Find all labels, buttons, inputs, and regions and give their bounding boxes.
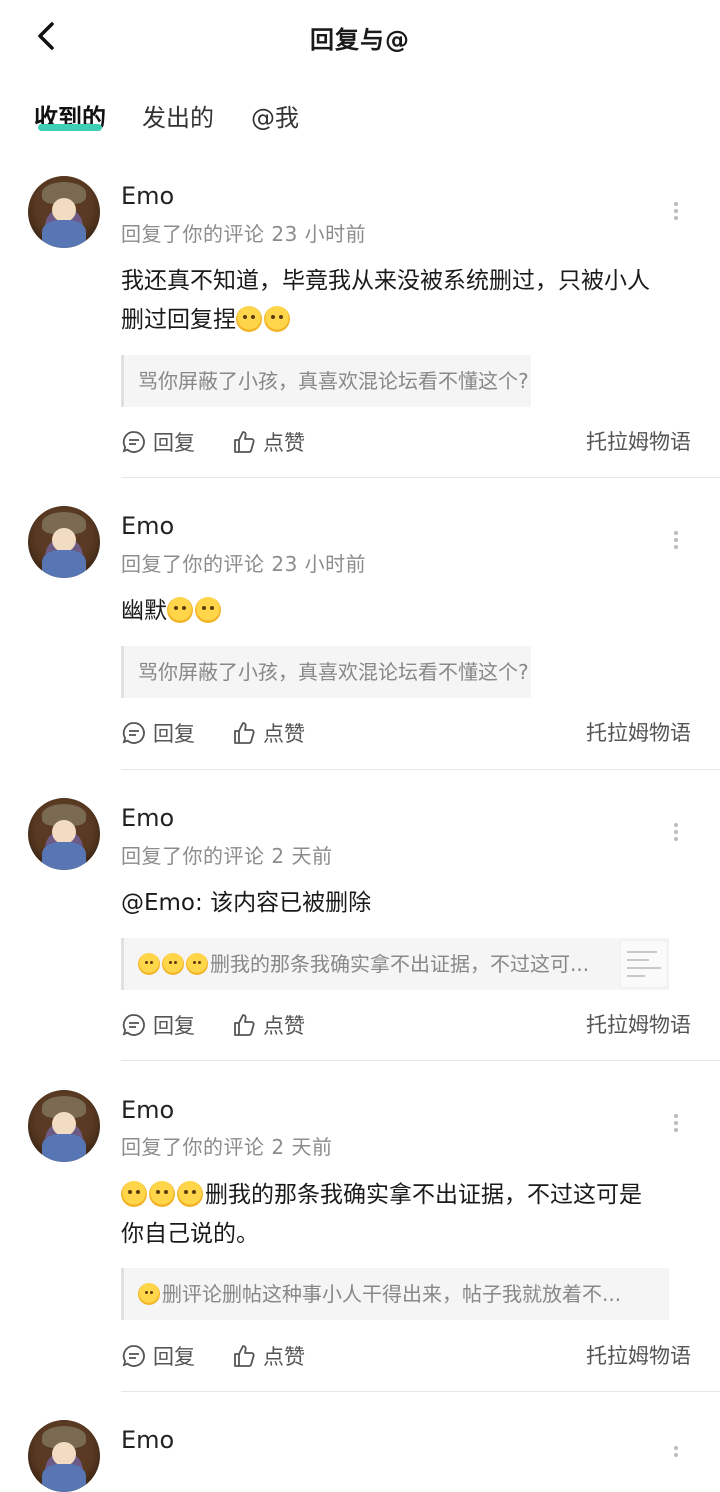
thumbs-up-icon <box>234 431 255 453</box>
more-options-icon[interactable] <box>666 820 686 848</box>
divider <box>121 769 720 770</box>
username[interactable]: Emo <box>121 804 174 832</box>
thumbs-up-icon <box>234 722 255 744</box>
emoji-icon <box>138 1283 160 1305</box>
quoted-comment[interactable]: 删我的那条我确实拿不出证据，不过这可... <box>121 938 669 990</box>
emoji-icon <box>149 1181 175 1207</box>
page-title: 回复与@ <box>310 26 410 54</box>
like-button[interactable]: 点赞 <box>231 715 305 751</box>
quoted-comment[interactable]: 删评论删帖这种事小人干得出来，帖子我就放着不... <box>121 1268 669 1320</box>
reply-content-line: 你自己说的。 <box>121 1221 259 1247</box>
comment-icon <box>122 1014 145 1036</box>
source-label[interactable]: 托拉姆物语 <box>586 424 691 460</box>
emoji-icon <box>138 953 160 975</box>
emoji-icon <box>195 597 221 623</box>
reply-content-line: 删过回复捏 <box>121 301 701 340</box>
reply-meta: 回复了你的评论 2 天前 <box>121 1135 333 1159</box>
reply-content: 我还真不知道，毕竟我从来没被系统删过，只被小人 删过回复捏 <box>121 262 701 340</box>
avatar[interactable] <box>28 798 100 870</box>
divider <box>121 1060 720 1061</box>
emoji-icon <box>236 306 262 332</box>
like-label: 点赞 <box>263 722 305 746</box>
avatar[interactable] <box>28 1090 100 1162</box>
reply-button[interactable]: 回复 <box>121 715 195 751</box>
avatar[interactable] <box>28 176 100 248</box>
quoted-image-thumbnail[interactable] <box>620 940 668 988</box>
action-bar: 回复 点赞 托拉姆物语 <box>121 424 691 460</box>
like-label: 点赞 <box>263 1345 305 1369</box>
like-button[interactable]: 点赞 <box>231 1338 305 1374</box>
reply-button[interactable]: 回复 <box>121 1007 195 1043</box>
reply-meta: 回复了你的评论 23 小时前 <box>121 552 367 576</box>
divider <box>121 1391 720 1392</box>
avatar[interactable] <box>28 1420 100 1492</box>
reply-content-line: 我还真不知道，毕竟我从来没被系统删过，只被小人 <box>121 268 650 294</box>
action-bar: 回复 点赞 托拉姆物语 <box>121 715 691 751</box>
reply-meta: 回复了你的评论 2 天前 <box>121 844 333 868</box>
tab-sent[interactable]: 发出的 <box>142 98 214 133</box>
reply-content-line: 删我的那条我确实拿不出证据，不过这可是 <box>121 1176 701 1215</box>
more-options-icon[interactable] <box>666 199 686 227</box>
reply-content-line: 幽默 <box>121 592 701 631</box>
avatar[interactable] <box>28 506 100 578</box>
reply-content: 删我的那条我确实拿不出证据，不过这可是 你自己说的。 <box>121 1176 701 1254</box>
username[interactable]: Emo <box>121 182 174 210</box>
comment-icon <box>122 1345 145 1367</box>
emoji-icon <box>121 1181 147 1207</box>
reply-label: 回复 <box>153 1345 195 1369</box>
divider <box>121 477 720 478</box>
reply-button[interactable]: 回复 <box>121 424 195 460</box>
reply-button[interactable]: 回复 <box>121 1338 195 1374</box>
active-tab-indicator <box>38 124 102 131</box>
like-button[interactable]: 点赞 <box>231 424 305 460</box>
source-label[interactable]: 托拉姆物语 <box>586 715 691 751</box>
reply-label: 回复 <box>153 722 195 746</box>
comment-icon <box>122 431 145 453</box>
reply-content: 幽默 <box>121 592 701 631</box>
username[interactable]: Emo <box>121 1096 174 1124</box>
more-options-icon[interactable] <box>666 1111 686 1139</box>
tab-bar: 收到的 发出的 @我 <box>0 88 720 148</box>
emoji-icon <box>177 1181 203 1207</box>
reply-meta: 回复了你的评论 23 小时前 <box>121 222 367 246</box>
reply-content: @Emo: 该内容已被删除 <box>121 890 372 916</box>
tab-mentions[interactable]: @我 <box>251 98 299 133</box>
thumbs-up-icon <box>234 1345 255 1367</box>
like-button[interactable]: 点赞 <box>231 1007 305 1043</box>
quoted-comment[interactable]: 骂你屏蔽了小孩，真喜欢混论坛看不懂这个? <box>121 646 531 698</box>
top-bar: 回复与@ <box>0 0 720 74</box>
quoted-comment[interactable]: 骂你屏蔽了小孩，真喜欢混论坛看不懂这个? <box>121 355 531 407</box>
reply-label: 回复 <box>153 1014 195 1038</box>
username[interactable]: Emo <box>121 1426 174 1454</box>
emoji-icon <box>186 953 208 975</box>
emoji-icon <box>264 306 290 332</box>
comment-icon <box>122 722 145 744</box>
action-bar: 回复 点赞 托拉姆物语 <box>121 1007 691 1043</box>
reply-label: 回复 <box>153 431 195 455</box>
source-label[interactable]: 托拉姆物语 <box>586 1007 691 1043</box>
more-options-icon[interactable] <box>666 1443 686 1457</box>
username[interactable]: Emo <box>121 512 174 540</box>
like-label: 点赞 <box>263 1014 305 1038</box>
action-bar: 回复 点赞 托拉姆物语 <box>121 1338 691 1374</box>
emoji-icon <box>167 597 193 623</box>
thumbs-up-icon <box>234 1014 255 1036</box>
like-label: 点赞 <box>263 431 305 455</box>
source-label[interactable]: 托拉姆物语 <box>586 1338 691 1374</box>
more-options-icon[interactable] <box>666 528 686 556</box>
emoji-icon <box>162 953 184 975</box>
